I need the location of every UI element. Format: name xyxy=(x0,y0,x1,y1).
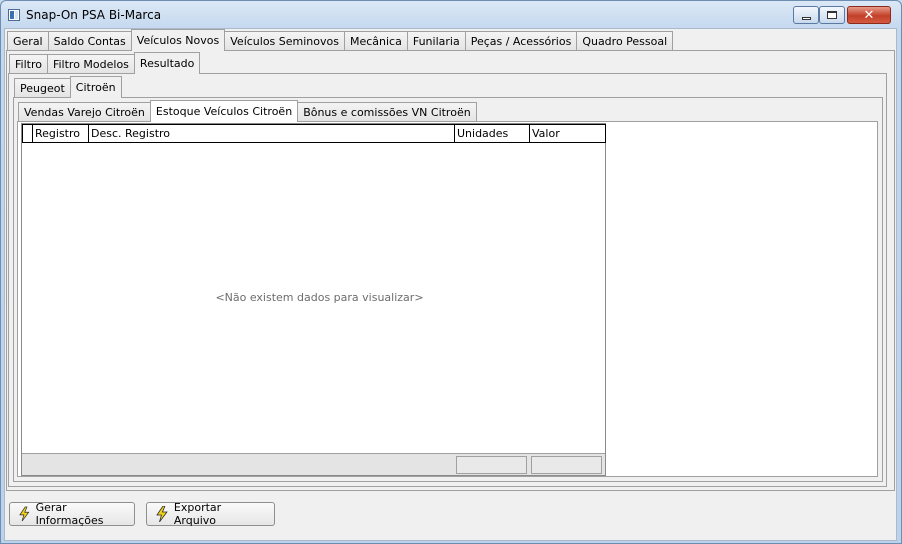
close-icon: ✕ xyxy=(863,7,875,23)
column-header-desc-registro[interactable]: Desc. Registro xyxy=(89,124,455,142)
empty-data-message: <Não existem dados para visualizar> xyxy=(215,291,424,304)
window-title: Snap-On PSA Bi-Marca xyxy=(26,8,162,22)
tab-resultado[interactable]: Resultado xyxy=(133,52,201,74)
close-button[interactable]: ✕ xyxy=(847,6,891,24)
grid-footer xyxy=(22,453,605,475)
column-header-unidades[interactable]: Unidades xyxy=(455,124,530,142)
maximize-icon xyxy=(827,11,837,19)
gerar-informacoes-button[interactable]: Gerar Informações xyxy=(9,501,135,527)
exportar-arquivo-label: Exportar Arquivo xyxy=(173,501,222,527)
tab-veiculos-seminovos[interactable]: Veículos Seminovos xyxy=(224,31,345,51)
tab-geral[interactable]: Geral xyxy=(7,31,49,51)
tab-bonus-comissoes-vn-citroen[interactable]: Bônus e comissões VN Citroën xyxy=(297,102,477,122)
footer-total-valor xyxy=(531,456,602,474)
tab-citroen[interactable]: Citroën xyxy=(69,76,122,98)
tab-funilaria[interactable]: Funilaria xyxy=(406,31,466,51)
app-icon xyxy=(8,9,20,21)
app-window: Snap-On PSA Bi-Marca ✕ Geral Saldo Conta… xyxy=(0,0,902,544)
tab-vendas-varejo-citroen[interactable]: Vendas Varejo Citroën xyxy=(18,102,151,122)
lightning-icon xyxy=(156,506,168,522)
main-tab-row: Geral Saldo Contas Veículos Novos Veícul… xyxy=(7,29,674,51)
sub-tab-row: Filtro Filtro Modelos Resultado xyxy=(9,52,201,74)
row-selector-header[interactable] xyxy=(22,124,33,142)
gerar-informacoes-label: Gerar Informações xyxy=(35,501,104,527)
column-header-valor[interactable]: Valor xyxy=(530,124,606,142)
tab-estoque-veiculos-citroen[interactable]: Estoque Veículos Citroën xyxy=(149,100,299,122)
brand-tab-row: Peugeot Citroën xyxy=(14,76,122,98)
data-grid[interactable]: Registro Desc. Registro Unidades Valor <… xyxy=(21,123,606,476)
tab-saldo-contas[interactable]: Saldo Contas xyxy=(47,31,132,51)
column-header-registro[interactable]: Registro xyxy=(33,124,89,142)
tab-mecanica[interactable]: Mecânica xyxy=(343,31,408,51)
maximize-button[interactable] xyxy=(819,6,845,24)
minimize-icon xyxy=(801,16,811,20)
footer-total-unidades xyxy=(456,456,527,474)
minimize-button[interactable] xyxy=(793,6,819,24)
exportar-arquivo-button[interactable]: Exportar Arquivo xyxy=(146,501,275,527)
report-tab-row: Vendas Varejo Citroën Estoque Veículos C… xyxy=(18,100,477,122)
tab-filtro[interactable]: Filtro xyxy=(9,54,48,74)
tab-filtro-modelos[interactable]: Filtro Modelos xyxy=(46,54,135,74)
tab-peugeot[interactable]: Peugeot xyxy=(14,78,71,98)
title-bar[interactable]: Snap-On PSA Bi-Marca ✕ xyxy=(1,1,901,29)
grid-header: Registro Desc. Registro Unidades Valor xyxy=(22,124,606,143)
tab-pecas-acessorios[interactable]: Peças / Acessórios xyxy=(464,31,578,51)
lightning-icon xyxy=(19,506,30,522)
tab-veiculos-novos[interactable]: Veículos Novos xyxy=(130,29,226,51)
tab-quadro-pessoal[interactable]: Quadro Pessoal xyxy=(576,31,674,51)
